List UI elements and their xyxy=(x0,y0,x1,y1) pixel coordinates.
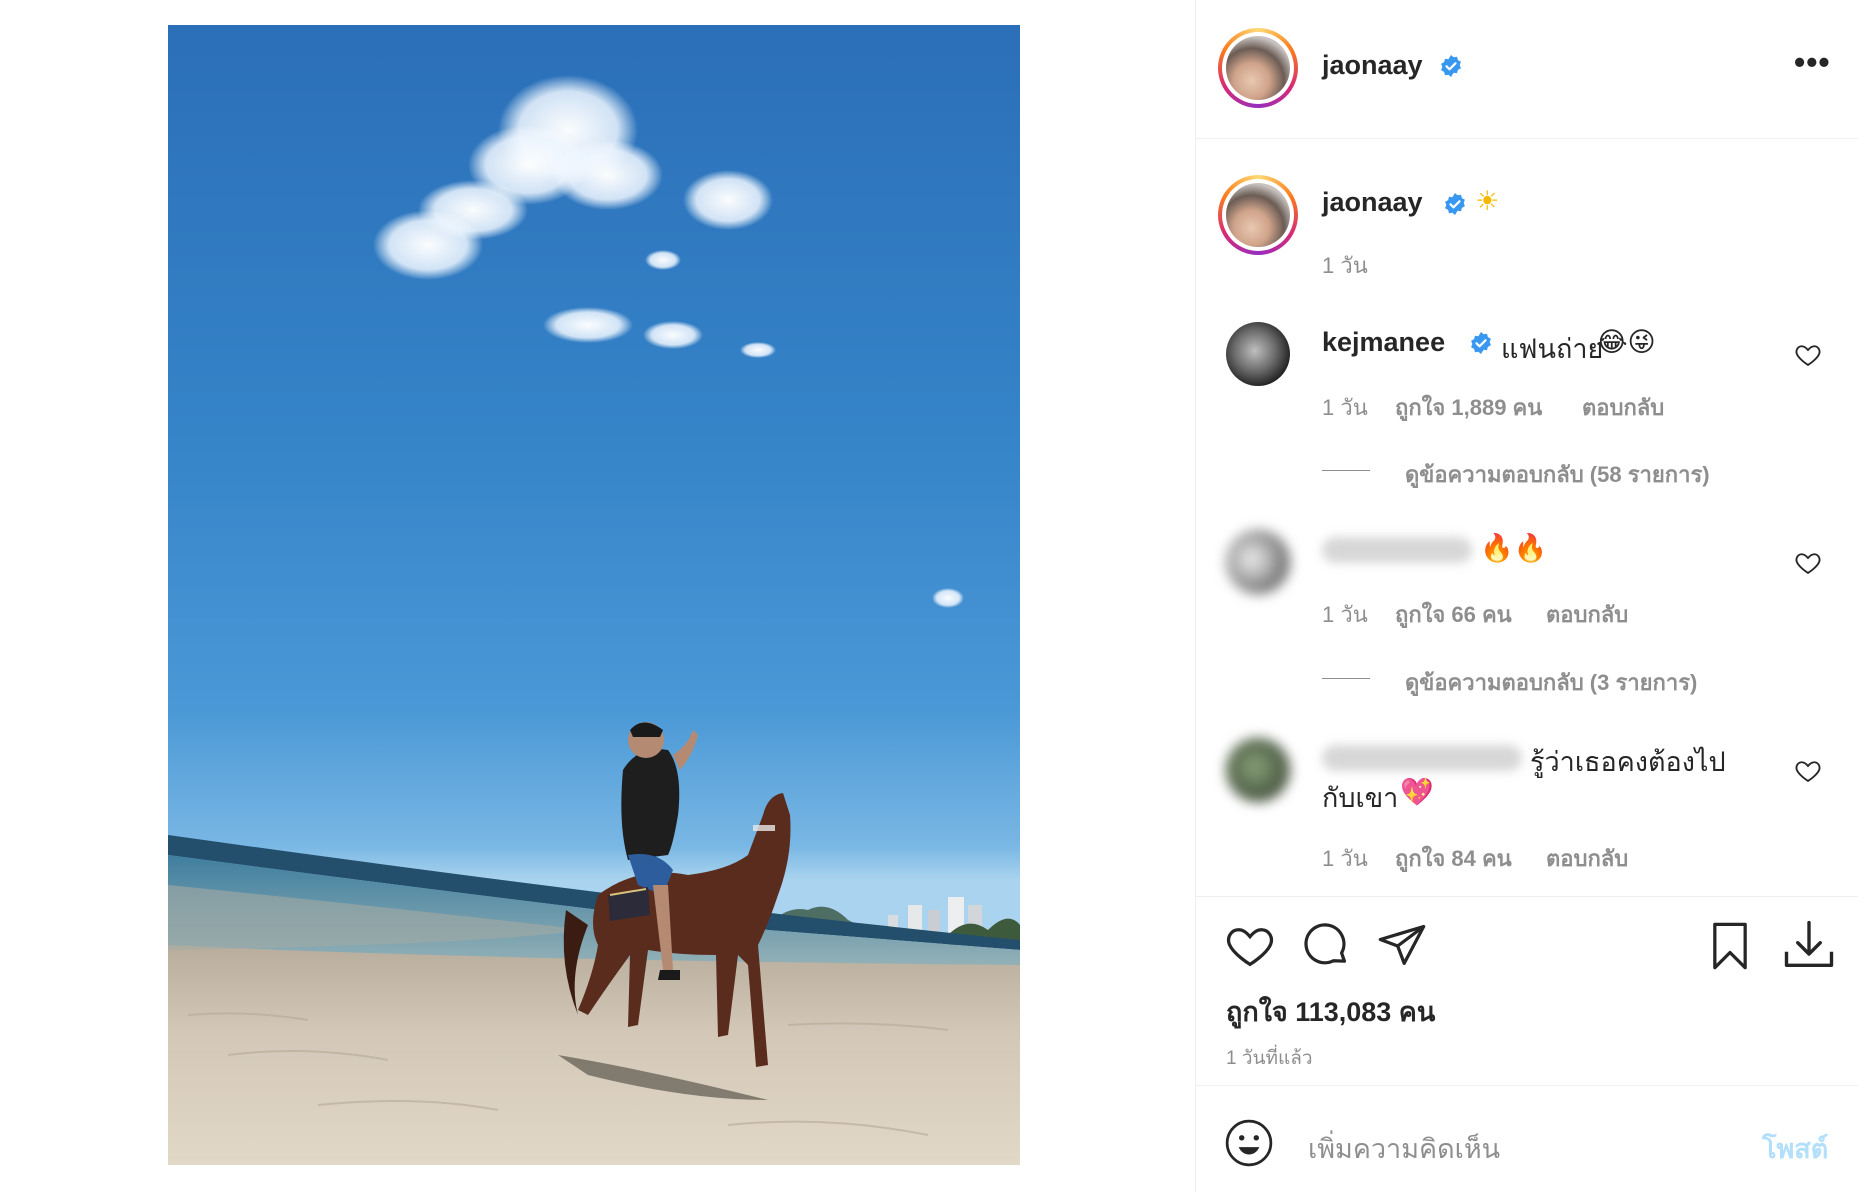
comment-time[interactable]: 1 วัน xyxy=(1322,841,1368,876)
emoji-icon[interactable] xyxy=(1224,1118,1274,1168)
comment-likes[interactable]: ถูกใจ 1,889 คน xyxy=(1395,390,1542,425)
reply-button[interactable]: ตอบกลับ xyxy=(1582,390,1664,425)
caption-username[interactable]: jaonaay xyxy=(1322,187,1423,218)
share-icon[interactable] xyxy=(1376,920,1428,972)
comment-username[interactable]: kejmanee xyxy=(1322,327,1445,358)
verified-badge-icon xyxy=(1471,332,1491,354)
comment-emoji: 😂😜 xyxy=(1596,327,1656,358)
commenter-avatar[interactable] xyxy=(1226,530,1290,594)
view-replies-button[interactable]: ดูข้อความตอบกลับ (3 รายการ) xyxy=(1405,665,1697,700)
comment-text-line2: กับเขา xyxy=(1322,783,1399,813)
comment-username-blurred[interactable] xyxy=(1322,745,1522,771)
comment-likes[interactable]: ถูกใจ 84 คน xyxy=(1395,841,1512,876)
composer-divider xyxy=(1196,1085,1858,1086)
commenter-avatar[interactable] xyxy=(1226,322,1290,386)
author-avatar[interactable] xyxy=(1218,28,1298,108)
comment-input[interactable]: เพิ่มความคิดเห็น xyxy=(1308,1127,1500,1170)
replies-line xyxy=(1322,470,1370,471)
header-divider xyxy=(1196,138,1858,139)
comment-time[interactable]: 1 วัน xyxy=(1322,390,1368,425)
heart-icon[interactable] xyxy=(1224,920,1276,972)
reply-button[interactable]: ตอบกลับ xyxy=(1546,597,1628,632)
actions-divider xyxy=(1196,896,1858,897)
post-timestamp[interactable]: 1 วันที่แล้ว xyxy=(1226,1043,1313,1073)
post-photo[interactable] xyxy=(168,25,1020,1165)
view-replies-button[interactable]: ดูข้อความตอบกลับ (58 รายการ) xyxy=(1405,457,1710,492)
more-options-button[interactable]: ••• xyxy=(1794,44,1831,81)
post-sidebar: jaonaay ••• jaonaay ☀ 1 วัน kejmanee แฟน… xyxy=(1196,0,1858,1192)
comment-time[interactable]: 1 วัน xyxy=(1322,597,1368,632)
replies-line xyxy=(1322,678,1370,679)
comment-emoji: 🔥🔥 xyxy=(1480,533,1548,564)
comment-icon[interactable] xyxy=(1300,920,1352,972)
comment-username-blurred[interactable] xyxy=(1322,537,1472,563)
caption-time[interactable]: 1 วัน xyxy=(1322,248,1368,283)
caption-avatar[interactable] xyxy=(1218,175,1298,255)
comment-like-icon[interactable] xyxy=(1794,549,1822,577)
author-username[interactable]: jaonaay xyxy=(1322,50,1423,81)
beach-horse-photo xyxy=(168,75,1020,1165)
comment-text: รู้ว่าเธอคงต้องไป xyxy=(1530,747,1726,777)
bookmark-icon[interactable] xyxy=(1704,920,1756,972)
download-icon[interactable] xyxy=(1782,918,1836,972)
photo-panel xyxy=(0,0,1195,1192)
caption-text: ☀ xyxy=(1475,186,1500,217)
comment-emoji: 💖 xyxy=(1400,777,1434,808)
verified-badge-icon xyxy=(1441,55,1461,77)
post-likes-count[interactable]: ถูกใจ 113,083 คน xyxy=(1226,990,1435,1033)
comment-like-icon[interactable] xyxy=(1794,341,1822,369)
reply-button[interactable]: ตอบกลับ xyxy=(1546,841,1628,876)
verified-badge-icon xyxy=(1445,193,1465,215)
comment-text: แฟนถ่าย xyxy=(1501,334,1604,364)
clouds xyxy=(373,75,964,608)
post-comment-button[interactable]: โพสต์ xyxy=(1762,1127,1828,1170)
comment-likes[interactable]: ถูกใจ 66 คน xyxy=(1395,597,1512,632)
commenter-avatar[interactable] xyxy=(1226,738,1290,802)
comment-like-icon[interactable] xyxy=(1794,757,1822,785)
